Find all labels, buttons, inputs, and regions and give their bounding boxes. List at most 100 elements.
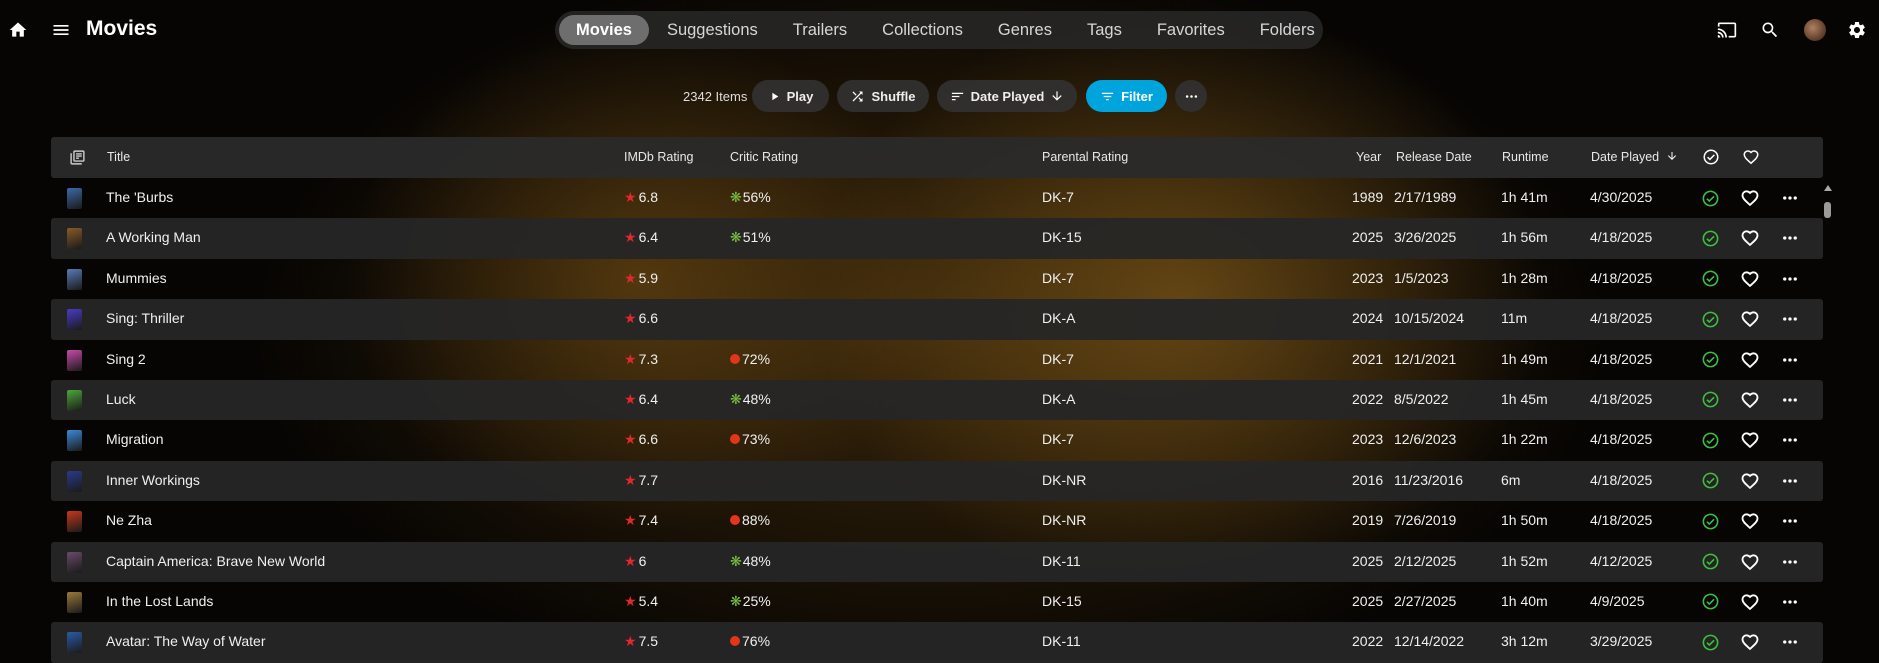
column-year[interactable]: Year: [1356, 150, 1381, 164]
played-toggle[interactable]: [1699, 389, 1721, 411]
row-more-button[interactable]: [1779, 591, 1801, 613]
favorite-toggle[interactable]: [1739, 187, 1761, 209]
played-toggle[interactable]: [1699, 268, 1721, 290]
poster-thumbnail[interactable]: [67, 389, 82, 411]
movie-title[interactable]: Avatar: The Way of Water: [106, 633, 266, 649]
movie-title[interactable]: In the Lost Lands: [106, 593, 213, 609]
played-toggle[interactable]: [1699, 187, 1721, 209]
favorite-toggle[interactable]: [1739, 349, 1761, 371]
poster-thumbnail[interactable]: [67, 430, 82, 452]
column-favorite[interactable]: [1740, 146, 1762, 168]
favorite-toggle[interactable]: [1739, 591, 1761, 613]
row-more-button[interactable]: [1779, 349, 1801, 371]
played-toggle[interactable]: [1699, 551, 1721, 573]
movie-title[interactable]: Ne Zha: [106, 512, 152, 528]
column-critic-rating[interactable]: Critic Rating: [730, 150, 798, 164]
movie-title[interactable]: Captain America: Brave New World: [106, 553, 325, 569]
table-row[interactable]: A Working Man ★ 6.4 ❋51% DK-15 2025 3/26/2025 1…: [51, 218, 1823, 259]
menu-button[interactable]: [43, 12, 79, 48]
row-more-button[interactable]: [1779, 389, 1801, 411]
table-row[interactable]: Luck ★ 6.4 ❋48% DK-A 2022 8/5/2022 1h 45m 4/18/2…: [51, 379, 1823, 421]
table-row[interactable]: Mummies ★ 5.9 DK-7 2023 1/5/2023 1h 28m 4/18/20…: [51, 259, 1823, 299]
favorite-toggle[interactable]: [1739, 510, 1761, 532]
search-button[interactable]: [1752, 12, 1788, 48]
tab-suggestions[interactable]: Suggestions: [650, 15, 775, 45]
scrollbar[interactable]: [1823, 185, 1832, 625]
column-date-played[interactable]: Date Played: [1591, 150, 1678, 164]
table-row[interactable]: The 'Burbs ★ 6.8 ❋56% DK-7 1989 2/17/1989 1h 41…: [51, 178, 1823, 218]
played-toggle[interactable]: [1699, 349, 1721, 371]
played-toggle[interactable]: [1699, 510, 1721, 532]
poster-thumbnail[interactable]: [67, 309, 82, 331]
poster-thumbnail[interactable]: [67, 470, 82, 492]
home-button[interactable]: [0, 12, 36, 48]
poster-thumbnail[interactable]: [67, 511, 82, 533]
played-toggle[interactable]: [1699, 470, 1721, 492]
row-more-button[interactable]: [1779, 308, 1801, 330]
favorite-toggle[interactable]: [1739, 308, 1761, 330]
played-toggle[interactable]: [1699, 429, 1721, 451]
row-more-button[interactable]: [1779, 227, 1801, 249]
poster-thumbnail[interactable]: [67, 551, 82, 573]
tab-collections[interactable]: Collections: [865, 15, 980, 45]
user-avatar[interactable]: [1804, 19, 1826, 41]
movie-title[interactable]: A Working Man: [106, 229, 201, 245]
column-runtime[interactable]: Runtime: [1502, 150, 1549, 164]
played-toggle[interactable]: [1699, 227, 1721, 249]
table-row[interactable]: Inner Workings ★ 7.7 DK-NR 2016 11/23/2016 6m 4…: [51, 460, 1823, 502]
favorite-toggle[interactable]: [1739, 227, 1761, 249]
movie-title[interactable]: Migration: [106, 431, 164, 447]
settings-button[interactable]: [1839, 12, 1875, 48]
sort-button[interactable]: Date Played: [937, 80, 1077, 112]
favorite-toggle[interactable]: [1739, 470, 1761, 492]
tab-folders[interactable]: Folders: [1243, 15, 1332, 45]
table-row[interactable]: In the Lost Lands ★ 5.4 ❋25% DK-15 2025 2/27/2…: [51, 582, 1823, 622]
favorite-toggle[interactable]: [1739, 268, 1761, 290]
table-row[interactable]: Ne Zha ★ 7.4 88% DK-NR 2019 7/26/2019 1h 50m 4/1…: [51, 501, 1823, 541]
poster-thumbnail[interactable]: [67, 188, 82, 209]
row-more-button[interactable]: [1779, 631, 1801, 653]
more-options-button[interactable]: [1175, 80, 1207, 112]
favorite-toggle[interactable]: [1739, 389, 1761, 411]
column-title[interactable]: Title: [107, 150, 130, 164]
movie-title[interactable]: The 'Burbs: [106, 189, 173, 205]
shuffle-button[interactable]: Shuffle: [837, 80, 929, 112]
played-toggle[interactable]: [1699, 631, 1721, 653]
row-more-button[interactable]: [1779, 470, 1801, 492]
column-imdb-rating[interactable]: IMDb Rating: [624, 150, 693, 164]
column-played[interactable]: [1700, 146, 1722, 168]
table-row[interactable]: Sing 2 ★ 7.3 72% DK-7 2021 12/1/2021 1h 49m 4/18…: [51, 340, 1823, 380]
poster-thumbnail[interactable]: [67, 632, 82, 654]
table-row[interactable]: Captain America: Brave New World ★ 6 ❋48% DK…: [51, 541, 1823, 582]
column-release-date[interactable]: Release Date: [1396, 150, 1472, 164]
row-more-button[interactable]: [1779, 551, 1801, 573]
row-more-button[interactable]: [1779, 510, 1801, 532]
cast-button[interactable]: [1709, 12, 1745, 48]
tab-genres[interactable]: Genres: [981, 15, 1069, 45]
played-toggle[interactable]: [1699, 591, 1721, 613]
play-button[interactable]: Play: [752, 80, 829, 112]
poster-thumbnail[interactable]: [67, 268, 82, 290]
column-parental-rating[interactable]: Parental Rating: [1042, 150, 1128, 164]
movie-title[interactable]: Sing 2: [106, 351, 146, 367]
movie-title[interactable]: Inner Workings: [106, 472, 200, 488]
row-more-button[interactable]: [1779, 429, 1801, 451]
movie-title[interactable]: Sing: Thriller: [106, 310, 184, 326]
movie-title[interactable]: Mummies: [106, 270, 167, 286]
scrollbar-thumb[interactable]: [1824, 202, 1831, 218]
row-more-button[interactable]: [1779, 187, 1801, 209]
favorite-toggle[interactable]: [1739, 429, 1761, 451]
tab-favorites[interactable]: Favorites: [1140, 15, 1242, 45]
table-row[interactable]: Migration ★ 6.6 73% DK-7 2023 12/6/2023 1h 22m 4…: [51, 420, 1823, 460]
poster-thumbnail[interactable]: [67, 349, 82, 371]
row-more-button[interactable]: [1779, 268, 1801, 290]
scroll-up-arrow-icon[interactable]: [1824, 185, 1832, 191]
tab-movies[interactable]: Movies: [559, 15, 649, 45]
movie-title[interactable]: Luck: [106, 391, 136, 407]
played-toggle[interactable]: [1699, 308, 1721, 330]
favorite-toggle[interactable]: [1739, 631, 1761, 653]
favorite-toggle[interactable]: [1739, 551, 1761, 573]
tab-tags[interactable]: Tags: [1070, 15, 1139, 45]
poster-thumbnail[interactable]: [67, 591, 82, 613]
poster-thumbnail[interactable]: [67, 228, 82, 250]
